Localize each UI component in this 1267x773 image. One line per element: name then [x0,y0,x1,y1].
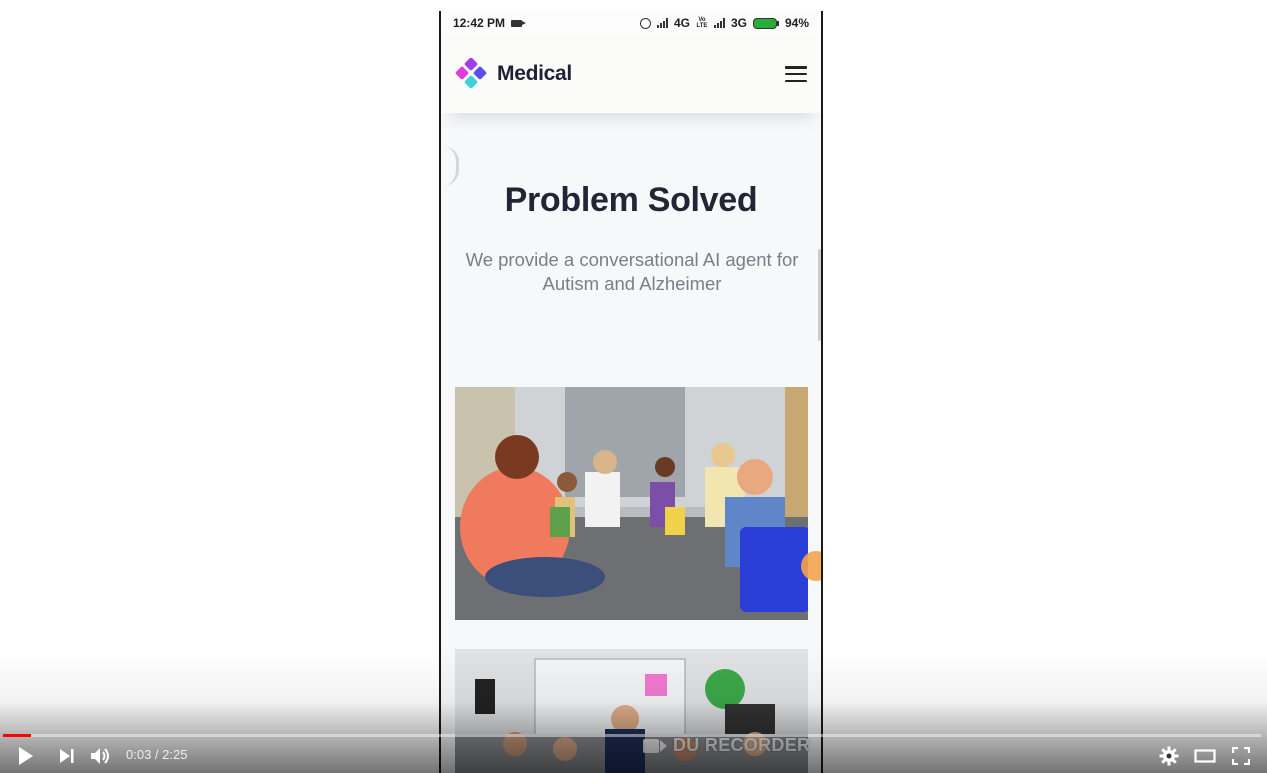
duration: 2:25 [162,747,188,762]
skip-next-icon [60,749,74,763]
current-time: 0:03 [126,747,152,762]
status-time: 12:42 PM [453,16,506,30]
battery-icon [752,17,779,29]
gear-icon [1159,746,1179,766]
play-button[interactable] [12,744,40,768]
page-scrollbar[interactable] [818,249,821,341]
fullscreen-icon [1232,747,1250,765]
play-icon [19,747,33,765]
theater-mode-button[interactable] [1191,744,1219,768]
network-type-1: 4G [673,16,690,30]
network-type-2: 3G [730,16,747,30]
phone-screen-recording: 12:42 PM 4G Vo LTE 3G 94% Medical Proble… [439,11,823,773]
progress-bar[interactable] [3,734,1261,737]
progress-played [3,734,31,737]
signal-icon [656,18,668,28]
time-separator: / [151,747,163,762]
medical-logo-icon [455,58,487,89]
signal-icon-2 [713,18,725,28]
fullscreen-button[interactable] [1227,744,1255,768]
next-button[interactable] [53,744,81,768]
therapy-group-photo [455,387,808,620]
mute-button[interactable] [88,744,116,768]
floating-touch-indicator [801,551,821,581]
theater-mode-icon [1194,749,1216,763]
status-bar: 12:42 PM 4G Vo LTE 3G 94% [441,11,821,35]
app-header: Medical [441,35,821,113]
battery-percent: 94% [784,16,809,30]
volume-icon [91,748,109,764]
brand[interactable]: Medical [455,58,572,90]
video-player[interactable]: 12:42 PM 4G Vo LTE 3G 94% Medical Proble… [0,0,1267,773]
hamburger-menu-icon[interactable] [785,66,807,82]
player-controls: 0:03 / 2:25 [0,740,1267,773]
section-description: We provide a conversational AI agent for… [465,249,799,294]
volte-label: Vo LTE [696,17,708,29]
screen-record-icon [511,19,527,27]
section-title: Problem Solved [504,181,758,219]
alarm-icon [639,17,651,29]
carousel-arrow-icon[interactable] [443,146,459,186]
time-display: 0:03 / 2:25 [126,747,187,762]
brand-title: Medical [497,62,572,85]
settings-button[interactable] [1155,744,1183,768]
